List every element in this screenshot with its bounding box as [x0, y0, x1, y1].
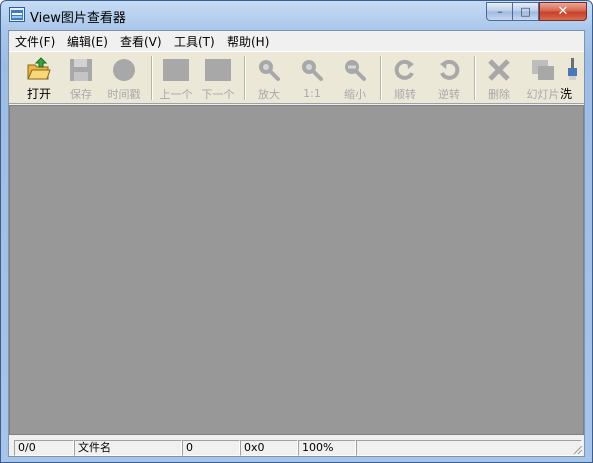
- next-image-icon: [205, 58, 231, 81]
- zoom-in-label: 放大: [258, 88, 280, 101]
- menu-view[interactable]: 查看(V): [120, 33, 162, 50]
- minimize-button[interactable]: –: [486, 2, 513, 21]
- zoom-in-icon: [259, 59, 280, 81]
- wash-label: 洗: [560, 87, 573, 101]
- toolbar: 打开 保存 时间戳 上一个 下一个 放大 1:1 缩小 顺转 逆转 删除 幻灯片…: [9, 51, 584, 104]
- delete-button[interactable]: 删除: [475, 54, 523, 102]
- open-folder-icon: [27, 57, 51, 80]
- menu-file[interactable]: 文件(F): [15, 33, 55, 50]
- previous-image-icon: [163, 58, 189, 81]
- zoom-out-button[interactable]: 缩小: [331, 54, 379, 102]
- close-button[interactable]: ✕: [539, 2, 587, 21]
- previous-label: 上一个: [159, 88, 193, 101]
- zoom-in-button[interactable]: 放大: [245, 54, 293, 102]
- previous-button[interactable]: 上一个: [152, 54, 200, 102]
- slideshow-icon: [532, 59, 554, 80]
- title-bar[interactable]: View图片查看器 – □ ✕: [1, 1, 592, 29]
- rotate-clockwise-button[interactable]: 顺转: [381, 54, 429, 102]
- save-button[interactable]: 保存: [57, 54, 105, 102]
- maximize-button[interactable]: □: [512, 2, 539, 21]
- delete-label: 删除: [488, 88, 510, 101]
- minimize-icon: –: [497, 5, 503, 18]
- actual-size-icon: [302, 60, 323, 81]
- delete-x-icon: [488, 58, 510, 81]
- timestamp-label: 时间戳: [107, 88, 141, 101]
- status-empty-pane: [356, 440, 582, 456]
- maximize-icon: □: [520, 5, 531, 18]
- app-icon: [9, 7, 25, 22]
- close-icon: ✕: [557, 4, 569, 19]
- rotate-counterclockwise-button[interactable]: 逆转: [425, 54, 473, 102]
- status-filename: 文件名: [74, 440, 182, 456]
- resize-grip-icon[interactable]: [571, 443, 583, 455]
- circle-stamp-icon: [113, 58, 135, 81]
- open-label: 打开: [26, 87, 51, 101]
- app-window: View图片查看器 – □ ✕ 文件(F) 编辑(E) 查看(V) 工具(T) …: [0, 0, 593, 463]
- status-dimensions: 0x0: [240, 440, 298, 456]
- slideshow-label: 幻灯片: [526, 88, 560, 101]
- next-label: 下一个: [201, 88, 235, 101]
- rotate-counterclockwise-icon: [440, 59, 460, 80]
- timestamp-button[interactable]: 时间戳: [100, 54, 148, 102]
- window-title: View图片查看器: [30, 11, 126, 26]
- brush-icon: [568, 58, 577, 80]
- menu-tools[interactable]: 工具(T): [174, 33, 215, 50]
- client-area: 文件(F) 编辑(E) 查看(V) 工具(T) 帮助(H) 打开 保存 时间戳 …: [8, 30, 585, 457]
- menu-bar: 文件(F) 编辑(E) 查看(V) 工具(T) 帮助(H): [9, 31, 584, 50]
- status-file-size: 0: [182, 440, 240, 456]
- status-zoom: 100%: [298, 440, 356, 456]
- zoom-out-label: 缩小: [344, 88, 366, 101]
- next-button[interactable]: 下一个: [194, 54, 242, 102]
- menu-help[interactable]: 帮助(H): [227, 33, 269, 50]
- rotate-clockwise-icon: [394, 59, 414, 80]
- zoom-out-icon: [345, 59, 366, 81]
- actual-size-label: 1:1: [303, 87, 321, 100]
- status-bar: 0/0 文件名 0 0x0 100%: [9, 438, 584, 456]
- open-button[interactable]: 打开: [15, 54, 63, 102]
- wash-button[interactable]: 洗: [559, 54, 583, 102]
- floppy-disk-icon: [70, 58, 92, 81]
- actual-size-button[interactable]: 1:1: [288, 54, 336, 102]
- image-viewport[interactable]: [9, 105, 584, 435]
- rotate-clockwise-label: 顺转: [394, 88, 416, 101]
- rotate-counterclockwise-label: 逆转: [438, 88, 460, 101]
- save-label: 保存: [70, 88, 92, 101]
- status-index: 0/0: [14, 440, 74, 456]
- menu-edit[interactable]: 编辑(E): [67, 33, 108, 50]
